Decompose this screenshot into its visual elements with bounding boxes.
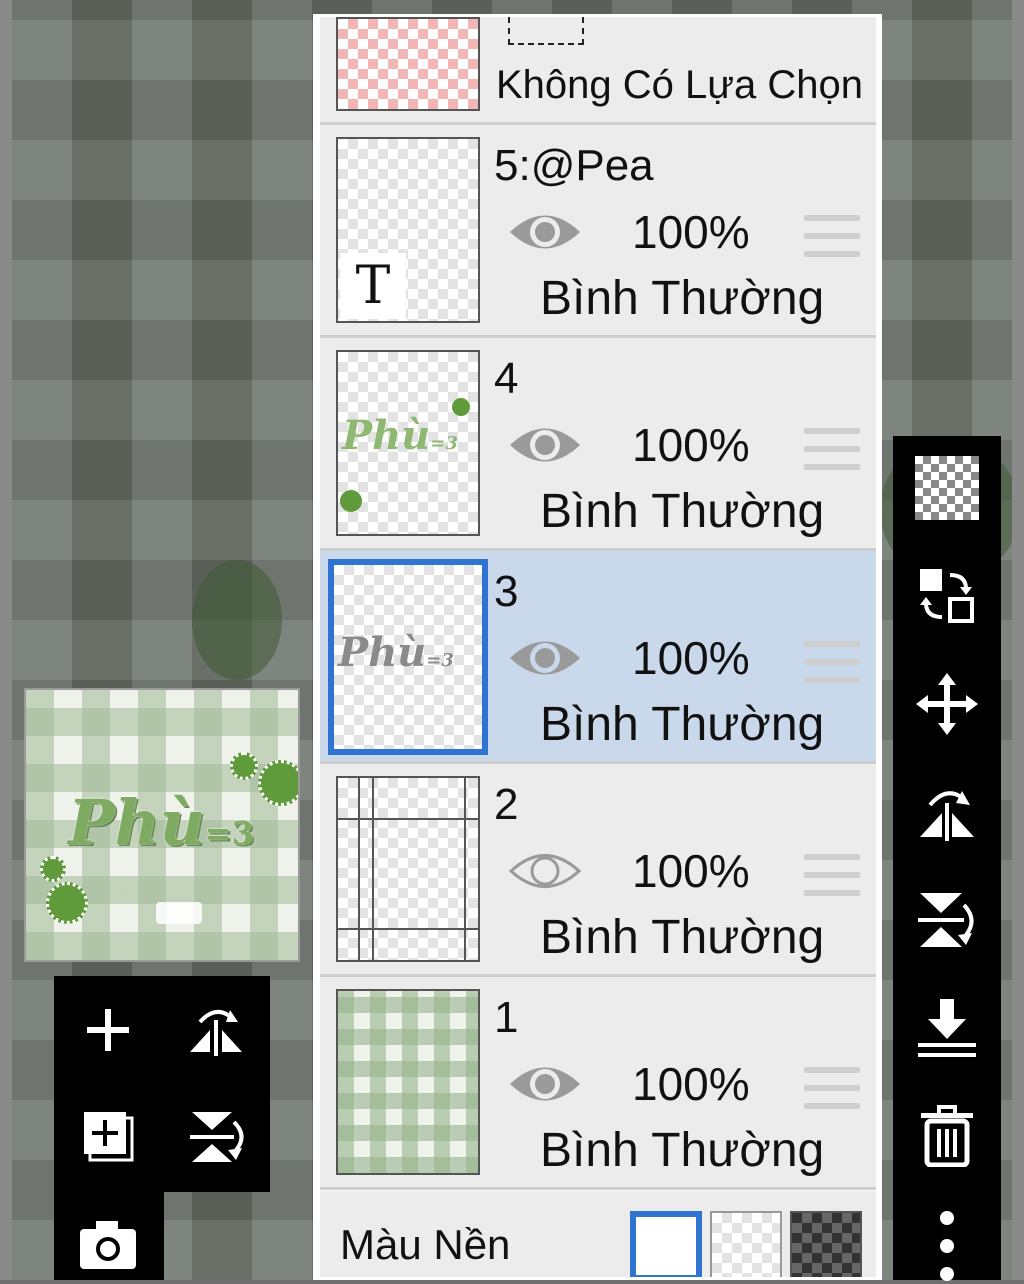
visibility-eye-icon[interactable] <box>508 207 582 257</box>
flip-vertical-button[interactable] <box>907 880 987 960</box>
canvas-edge-left <box>0 0 12 1280</box>
drag-handle-icon[interactable] <box>804 215 860 259</box>
layer-blend-mode[interactable]: Bình Thường <box>540 910 824 965</box>
preview-dot <box>258 760 298 806</box>
background-transparent-swatch[interactable] <box>710 1211 782 1277</box>
layer-blend-mode[interactable]: Bình Thường <box>540 697 824 752</box>
layer-row-4[interactable]: Phù=3 4 100% Bình Thường <box>320 338 876 551</box>
flip-vertical-icon <box>190 1112 244 1162</box>
preview-dot <box>230 752 258 780</box>
selection-layer-thumbnail <box>336 17 480 111</box>
grid-line <box>372 778 374 960</box>
quick-tools-panel-lower <box>54 1192 164 1280</box>
thumbnail-art-text: Phù=3 <box>342 412 458 459</box>
layer-thumbnail: T <box>336 137 480 323</box>
thumbnail-dot <box>340 490 362 512</box>
move-button[interactable] <box>907 664 987 744</box>
layer-opacity[interactable]: 100% <box>632 844 750 898</box>
drag-handle-icon[interactable] <box>804 428 860 472</box>
layer-name: 1 <box>494 993 519 1042</box>
preview-dot <box>40 856 66 882</box>
add-layer-button[interactable] <box>68 990 148 1070</box>
swap-layer-button[interactable] <box>907 556 987 636</box>
flip-vertical-button[interactable] <box>176 1096 256 1176</box>
layer-thumbnail: Phù=3 <box>328 559 488 755</box>
grid-line <box>464 778 466 960</box>
grid-line <box>358 778 360 960</box>
background-color-row: Màu Nền <box>320 1191 876 1277</box>
layer-thumbnail <box>336 989 480 1175</box>
drag-handle-icon[interactable] <box>804 641 860 685</box>
merge-down-button[interactable] <box>907 988 987 1068</box>
delete-layer-button[interactable] <box>907 1096 987 1176</box>
text-layer-icon: T <box>340 253 406 319</box>
preview-art-text: Phù=3 <box>68 786 254 859</box>
flip-horizontal-icon <box>190 1010 242 1056</box>
swap-icon <box>920 569 974 623</box>
layer-thumbnail: Phù=3 <box>336 350 480 536</box>
add-layer-icon <box>87 1009 129 1051</box>
more-options-button[interactable] <box>907 1204 987 1284</box>
layer-name: 4 <box>494 354 519 403</box>
flip-horizontal-button[interactable] <box>907 772 987 852</box>
preview-small-text <box>156 902 202 924</box>
flip-vertical-icon <box>918 893 974 947</box>
layer-opacity[interactable]: 100% <box>632 631 750 685</box>
layer-name: 3 <box>494 567 519 616</box>
canvas-preview[interactable]: Phù=3 <box>24 688 300 962</box>
layer-opacity[interactable]: 100% <box>632 1057 750 1111</box>
layer-tools-toolbar <box>893 436 1001 1281</box>
layer-blend-mode[interactable]: Bình Thường <box>540 484 824 539</box>
duplicate-layer-button[interactable] <box>68 1096 148 1176</box>
background-color-label: Màu Nền <box>340 1221 511 1268</box>
thumbnail-dot <box>452 398 470 416</box>
transparent-icon <box>915 456 979 520</box>
drag-handle-icon[interactable] <box>804 854 860 898</box>
layer-blend-mode[interactable]: Bình Thường <box>540 271 824 326</box>
merge-down-icon <box>918 999 976 1057</box>
layer-name: 5:@Pea <box>494 141 654 190</box>
move-icon <box>916 673 978 735</box>
camera-button[interactable] <box>68 1204 148 1284</box>
visibility-eye-off-icon[interactable] <box>508 846 582 896</box>
background-white-swatch[interactable] <box>630 1211 702 1277</box>
quick-tools-panel <box>54 976 270 1192</box>
more-icon <box>940 1211 954 1281</box>
layers-panel: Không Có Lựa Chọn T 5:@Pea 100% Bình Thư… <box>313 14 882 1280</box>
thumbnail-art-text: Phù=3 <box>338 629 454 676</box>
flip-horizontal-button[interactable] <box>176 990 256 1070</box>
background-dark-swatch[interactable] <box>790 1211 862 1277</box>
layer-row-3[interactable]: Phù=3 3 100% Bình Thường <box>320 551 876 764</box>
camera-icon <box>80 1221 136 1269</box>
layer-row-5[interactable]: T 5:@Pea 100% Bình Thường <box>320 125 876 338</box>
layer-name: 2 <box>494 780 519 829</box>
transparent-button[interactable] <box>907 448 987 528</box>
visibility-eye-icon[interactable] <box>508 1059 582 1109</box>
selection-rect-icon <box>508 17 584 45</box>
duplicate-layer-icon <box>84 1112 134 1162</box>
layer-opacity[interactable]: 100% <box>632 205 750 259</box>
layer-blend-mode[interactable]: Bình Thường <box>540 1123 824 1178</box>
layer-opacity[interactable]: 100% <box>632 418 750 472</box>
flip-horizontal-icon <box>920 791 974 841</box>
no-selection-label: Không Có Lựa Chọn <box>496 63 864 107</box>
layer-row-2[interactable]: 2 100% Bình Thường <box>320 764 876 977</box>
layer-thumbnail <box>336 776 480 962</box>
drag-handle-icon[interactable] <box>804 1067 860 1111</box>
canvas-edge-right <box>1012 0 1024 1280</box>
grid-line <box>338 818 478 820</box>
layer-row-1[interactable]: 1 100% Bình Thường <box>320 977 876 1190</box>
visibility-eye-icon[interactable] <box>508 633 582 683</box>
trash-icon <box>921 1105 973 1167</box>
background-art-shape <box>192 560 282 680</box>
selection-layer-row[interactable]: Không Có Lựa Chọn <box>320 17 876 125</box>
visibility-eye-icon[interactable] <box>508 420 582 470</box>
grid-line <box>338 928 478 930</box>
preview-dot <box>46 882 88 924</box>
